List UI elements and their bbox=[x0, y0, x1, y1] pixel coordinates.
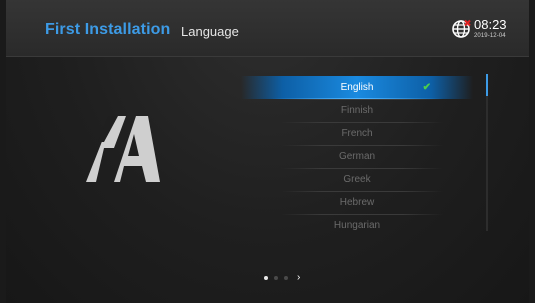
scrollbar-thumb[interactable] bbox=[486, 74, 488, 96]
language-item-greek[interactable]: Greek bbox=[241, 168, 473, 191]
language-list: English ✔ Finnish French German Greek He… bbox=[241, 76, 473, 236]
language-label: English bbox=[340, 82, 374, 93]
page-dot bbox=[274, 276, 278, 280]
language-item-hebrew[interactable]: Hebrew bbox=[241, 191, 473, 214]
language-label: Hebrew bbox=[339, 197, 375, 208]
clock-time: 08:23 bbox=[474, 17, 507, 32]
language-label: Finnish bbox=[340, 105, 374, 116]
language-item-finnish[interactable]: Finnish bbox=[241, 99, 473, 122]
page-subtitle: Language bbox=[181, 24, 239, 39]
language-item-german[interactable]: German bbox=[241, 145, 473, 168]
language-label: French bbox=[341, 128, 373, 139]
page-dot bbox=[284, 276, 288, 280]
language-label: Hungarian bbox=[333, 220, 381, 231]
next-arrow-icon[interactable]: › bbox=[297, 273, 300, 283]
language-label: German bbox=[338, 151, 376, 162]
globe-icon bbox=[452, 19, 471, 38]
page-dot-active bbox=[264, 276, 268, 280]
language-label: Greek bbox=[343, 174, 371, 185]
list-scrollbar[interactable] bbox=[486, 74, 488, 231]
clock-date: 2019-12-04 bbox=[474, 33, 506, 39]
screen: First Installation Language 08:23 2019-1… bbox=[6, 0, 529, 303]
page-indicator: › bbox=[264, 273, 300, 283]
check-icon: ✔ bbox=[422, 82, 431, 93]
language-item-hungarian[interactable]: Hungarian bbox=[241, 214, 473, 237]
language-item-english[interactable]: English ✔ bbox=[241, 76, 473, 99]
page-title: First Installation bbox=[45, 21, 171, 38]
header-bar: First Installation Language 08:23 2019-1… bbox=[6, 0, 529, 57]
language-item-french[interactable]: French bbox=[241, 122, 473, 145]
brand-logo bbox=[86, 116, 160, 182]
